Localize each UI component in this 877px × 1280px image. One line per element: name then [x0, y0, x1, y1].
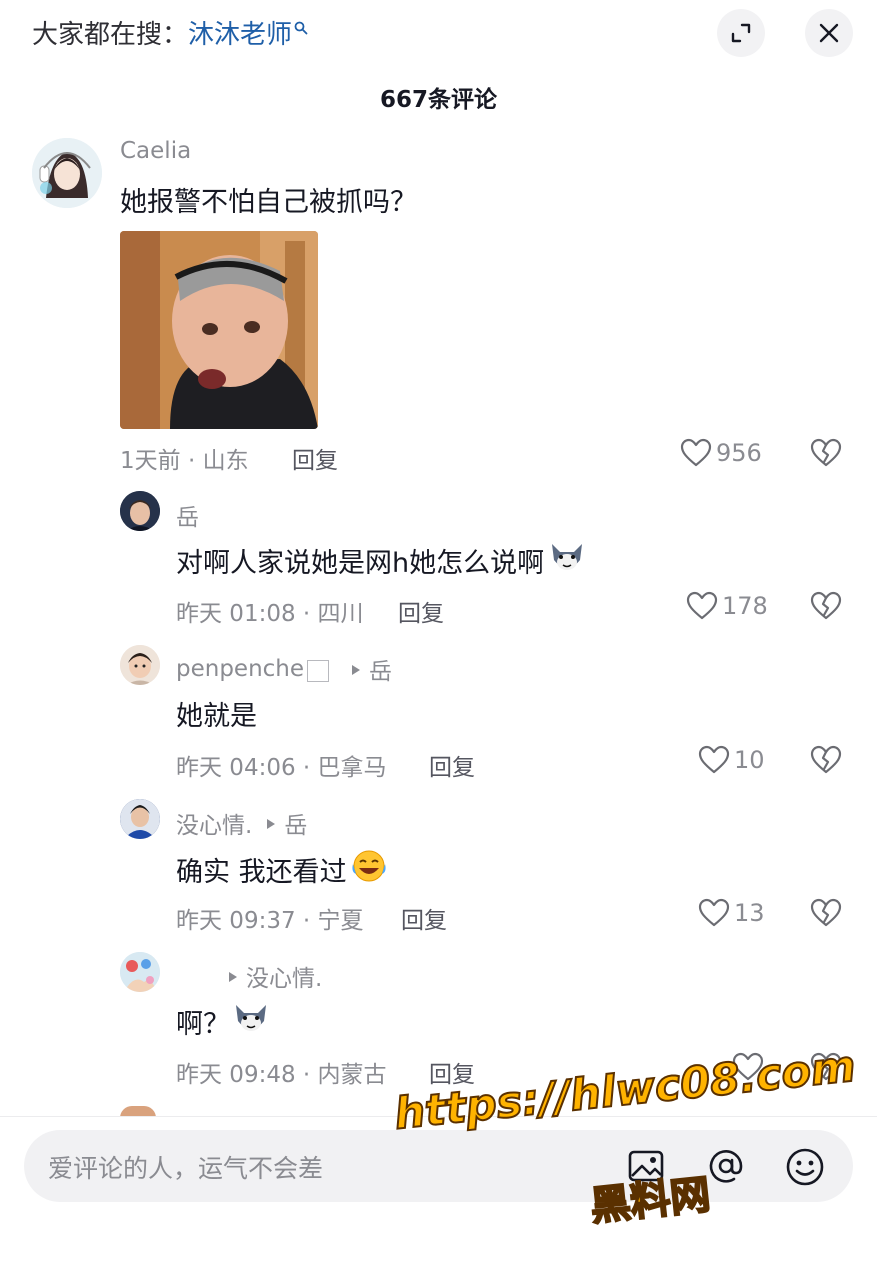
- search-icon: [294, 12, 308, 42]
- expand-icon: [731, 23, 751, 43]
- reply-button[interactable]: 回复: [401, 901, 447, 935]
- dislike-button[interactable]: [810, 591, 842, 625]
- avatar[interactable]: [120, 952, 160, 992]
- wolf-emoji-icon: [548, 540, 586, 581]
- reply-button[interactable]: 回复: [398, 594, 444, 628]
- reply-arrow-icon: [266, 810, 276, 836]
- comment-input-placeholder: 爱评论的人，运气不会差: [48, 1154, 324, 1183]
- comment-meta: 昨天 09:48 · 内蒙古: [176, 1062, 387, 1088]
- like-count: 956: [716, 439, 762, 467]
- comment-text: 对啊人家说她是网h她怎么说啊: [176, 540, 586, 581]
- reply-target[interactable]: 岳: [284, 806, 307, 840]
- reply-button[interactable]: 回复: [292, 441, 338, 475]
- avatar[interactable]: [120, 645, 160, 685]
- comment-username[interactable]: Caelia: [120, 138, 191, 164]
- comment-text: 她报警不怕自己被抓吗？: [120, 187, 417, 218]
- like-button[interactable]: 956: [680, 438, 762, 468]
- broken-heart-icon: [810, 898, 842, 927]
- reply-author[interactable]: 没心情.: [176, 806, 252, 840]
- comment-meta: 昨天 09:37 · 宁夏: [176, 908, 364, 934]
- reply-arrow-icon: [228, 963, 238, 989]
- close-button[interactable]: [805, 9, 853, 57]
- heart-icon: [680, 438, 712, 467]
- avatar[interactable]: [120, 491, 160, 531]
- watermark-name: 黑料网: [587, 1171, 713, 1231]
- expand-button[interactable]: [717, 9, 765, 57]
- avatar[interactable]: [120, 799, 160, 839]
- comment-username: 没心情.: [176, 959, 322, 993]
- reply-arrow-icon: [351, 656, 361, 682]
- broken-heart-icon: [810, 745, 842, 774]
- comment-text: 她就是: [176, 701, 257, 732]
- comment-sticker-image[interactable]: [120, 231, 318, 429]
- like-button[interactable]: 10: [698, 745, 765, 775]
- comment-text: 确实 我还看过: [176, 848, 389, 891]
- comment-username: 没心情. 岳: [176, 806, 307, 840]
- search-suggestion[interactable]: 大家都在搜： 沐沐老师: [32, 14, 308, 51]
- like-button[interactable]: 13: [698, 898, 765, 928]
- watermark: https://hlwc08.com 黑料网: [391, 1041, 859, 1232]
- comment-meta: 昨天 04:06 · 巴拿马: [176, 755, 387, 781]
- like-count: 178: [722, 592, 768, 620]
- comment-username[interactable]: 岳: [176, 498, 199, 532]
- comment-count-title: 667条评论: [379, 87, 497, 113]
- avatar[interactable]: [32, 138, 102, 208]
- comment-username: penpenche 岳: [176, 652, 392, 686]
- dislike-button[interactable]: [810, 745, 842, 779]
- dislike-button[interactable]: [810, 898, 842, 932]
- reply-target[interactable]: 岳: [369, 652, 392, 686]
- broken-heart-icon: [810, 591, 842, 620]
- placeholder-box-icon: [307, 660, 330, 682]
- wolf-emoji-icon: [232, 1001, 270, 1042]
- like-button[interactable]: 178: [686, 591, 768, 621]
- search-suggestion-prefix: 大家都在搜：: [32, 20, 189, 50]
- top-bar: 大家都在搜： 沐沐老师: [0, 0, 877, 66]
- close-icon: [819, 23, 839, 43]
- heart-icon: [698, 745, 730, 774]
- like-count: 13: [734, 899, 765, 927]
- comment-text-body: 啊？: [176, 1009, 230, 1040]
- comment-text-body: 确实 我还看过: [176, 857, 347, 888]
- comment-text: 啊？: [176, 1001, 270, 1042]
- comment-text-body: 对啊人家说她是网h她怎么说啊: [176, 548, 545, 579]
- heart-icon: [686, 591, 718, 620]
- comment-meta: 1天前 · 山东: [120, 448, 249, 474]
- comment-meta: 昨天 01:08 · 四川: [176, 601, 364, 627]
- reply-button[interactable]: 回复: [429, 748, 475, 782]
- heart-icon: [698, 898, 730, 927]
- dislike-button[interactable]: [810, 438, 842, 472]
- search-suggestion-term[interactable]: 沐沐老师: [188, 14, 292, 51]
- reply-target[interactable]: 没心情.: [246, 959, 322, 993]
- broken-heart-icon: [810, 438, 842, 467]
- like-count: 10: [734, 746, 765, 774]
- laughing-crying-emoji-icon: [349, 848, 389, 891]
- reply-author[interactable]: penpenche: [176, 656, 304, 682]
